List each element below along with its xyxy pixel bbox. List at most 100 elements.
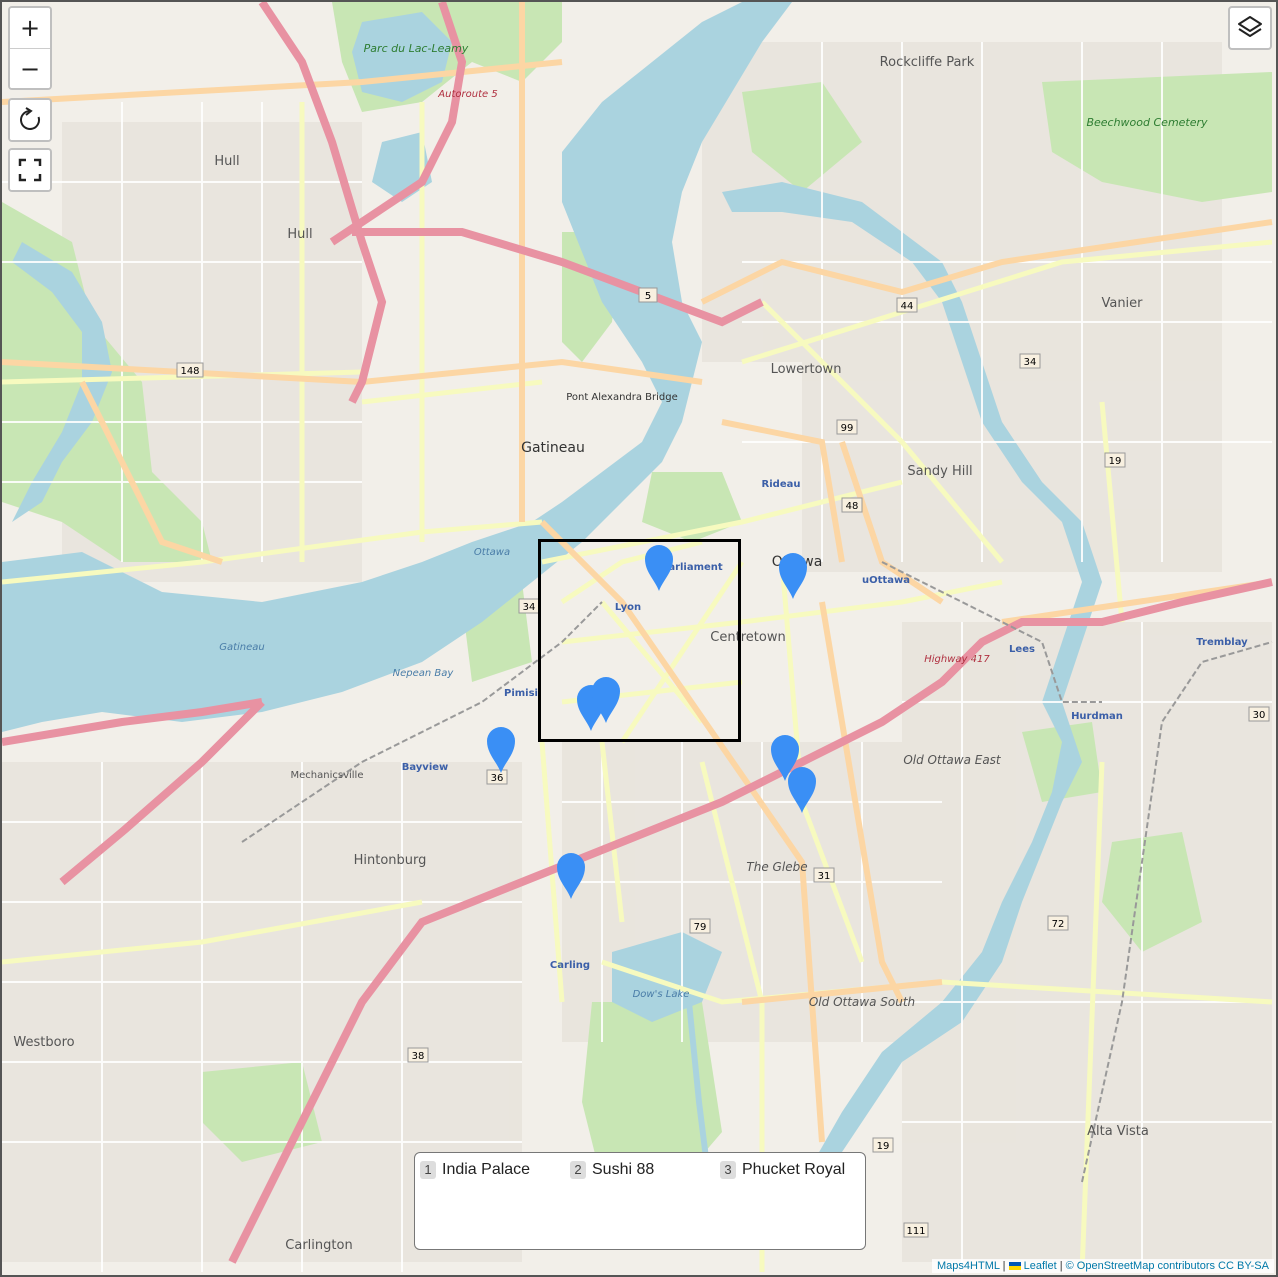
route-shield: 34: [518, 598, 540, 614]
label-hull: Hull: [214, 154, 239, 169]
route-shield: 5: [638, 287, 658, 303]
legend-item-label: India Palace: [442, 1161, 531, 1178]
marker-pin-icon: [557, 853, 585, 899]
label-glebe: The Glebe: [746, 860, 807, 874]
route-shield: 148: [176, 362, 204, 378]
layers-button[interactable]: [1228, 6, 1272, 50]
ukraine-flag-icon: [1008, 1262, 1021, 1271]
marker-pin-icon: [592, 677, 620, 723]
label-highway-417: Highway 417: [924, 654, 990, 665]
svg-text:148: 148: [180, 366, 199, 377]
map-marker[interactable]: [486, 726, 516, 774]
svg-text:38: 38: [412, 1051, 425, 1062]
reload-button[interactable]: [10, 100, 50, 140]
zoom-control: + −: [8, 6, 52, 90]
route-shield: 44: [896, 297, 918, 313]
maps4html-link[interactable]: Maps4HTML: [937, 1260, 1000, 1272]
label-gatineau: Gatineau: [521, 440, 585, 456]
attribution: Maps4HTML | Leaflet | © OpenStreetMap co…: [932, 1259, 1274, 1273]
svg-text:19: 19: [1109, 456, 1122, 467]
route-shield: 34: [1019, 353, 1041, 369]
label-pont-alexandra: Pont Alexandra Bridge: [566, 392, 678, 403]
svg-text:72: 72: [1052, 919, 1065, 930]
label-rideau: Rideau: [762, 479, 801, 490]
svg-text:79: 79: [694, 922, 707, 933]
label-lac-leamy: Parc du Lac-Leamy: [364, 42, 469, 55]
route-shield: 111: [903, 1222, 929, 1238]
svg-text:36: 36: [491, 773, 504, 784]
label-old-ottawa-south: Old Ottawa South: [809, 995, 915, 1009]
svg-text:30: 30: [1253, 710, 1266, 721]
legend-item-number: 2: [570, 1161, 586, 1179]
label-hintonburg: Hintonburg: [354, 853, 427, 868]
label-tremblay: Tremblay: [1196, 637, 1248, 648]
fullscreen-icon: [18, 158, 42, 182]
leaflet-link[interactable]: Leaflet: [1024, 1260, 1057, 1272]
map-viewer[interactable]: Hull Hull Gatineau Ottawa Centretown Low…: [0, 0, 1278, 1277]
route-shield: 30: [1248, 706, 1270, 722]
fullscreen-button[interactable]: [10, 150, 50, 190]
reload-control: [8, 98, 52, 142]
label-lowertown: Lowertown: [771, 362, 842, 377]
label-bayview: Bayview: [402, 762, 449, 773]
route-shield: 99: [836, 419, 858, 435]
label-vanier: Vanier: [1101, 296, 1143, 311]
route-shield: 38: [407, 1047, 429, 1063]
label-hull-2: Hull: [287, 227, 312, 242]
label-autoroute-5: Autoroute 5: [437, 89, 497, 100]
map-marker[interactable]: [787, 766, 817, 814]
marker-pin-icon: [779, 553, 807, 599]
layers-icon: [1238, 16, 1262, 37]
route-shield: 19: [1104, 452, 1126, 468]
legend-item[interactable]: 2 Sushi 88: [570, 1161, 654, 1179]
extent-rectangle[interactable]: [538, 539, 741, 742]
map-marker[interactable]: [591, 676, 621, 724]
legend-item-number: 1: [420, 1161, 436, 1179]
marker-pin-icon: [645, 545, 673, 591]
label-sandy-hill: Sandy Hill: [907, 464, 972, 479]
legend-item-label: Phucket Royal: [742, 1161, 846, 1178]
fullscreen-control: [8, 148, 52, 192]
label-uottawa: uOttawa: [862, 575, 910, 586]
label-rockcliffe: Rockcliffe Park: [880, 55, 975, 70]
route-shield: 48: [841, 497, 863, 513]
legend-item-label: Sushi 88: [592, 1161, 655, 1178]
legend-item-number: 3: [720, 1161, 736, 1179]
legend-item[interactable]: 3 Phucket Royal: [720, 1161, 845, 1179]
legend-item[interactable]: 1 India Palace: [420, 1161, 530, 1179]
label-pimisi: Pimisi: [504, 688, 538, 699]
label-mechanicsville: Mechanicsville: [291, 770, 364, 781]
label-carlington: Carlington: [285, 1238, 352, 1253]
svg-text:44: 44: [901, 301, 914, 312]
route-shield: 79: [689, 918, 711, 934]
marker-pin-icon: [487, 727, 515, 773]
label-beechwood: Beechwood Cemetery: [1086, 116, 1208, 129]
label-westboro: Westboro: [13, 1035, 74, 1050]
label-carling: Carling: [550, 960, 590, 971]
svg-text:5: 5: [645, 291, 651, 302]
map-marker[interactable]: [556, 852, 586, 900]
label-lees: Lees: [1009, 644, 1035, 655]
svg-text:99: 99: [841, 423, 854, 434]
map-marker[interactable]: [644, 544, 674, 592]
svg-text:111: 111: [906, 1226, 925, 1237]
label-alta-vista: Alta Vista: [1087, 1124, 1149, 1139]
reload-icon: [20, 107, 40, 130]
route-shield: 72: [1047, 915, 1069, 931]
label-hurdman: Hurdman: [1071, 711, 1123, 722]
feature-legend: 1 India Palace 2 Sushi 88 3 Phucket Roya…: [414, 1152, 866, 1250]
svg-text:31: 31: [818, 871, 831, 882]
label-gatineau-river: Gatineau: [219, 642, 265, 653]
zoom-out-button[interactable]: −: [10, 48, 50, 88]
map-marker[interactable]: [778, 552, 808, 600]
route-shield: 19: [872, 1137, 894, 1153]
osm-link[interactable]: © OpenStreetMap contributors CC BY-SA: [1066, 1260, 1269, 1272]
svg-text:48: 48: [846, 501, 859, 512]
svg-text:19: 19: [877, 1141, 890, 1152]
label-nepean-bay: Nepean Bay: [393, 668, 455, 679]
label-dows-lake: Dow's Lake: [633, 989, 690, 1000]
zoom-in-button[interactable]: +: [10, 8, 50, 48]
svg-text:34: 34: [1024, 357, 1037, 368]
label-old-ottawa-east: Old Ottawa East: [903, 753, 1002, 767]
label-ottawa-river: Ottawa: [474, 547, 510, 558]
